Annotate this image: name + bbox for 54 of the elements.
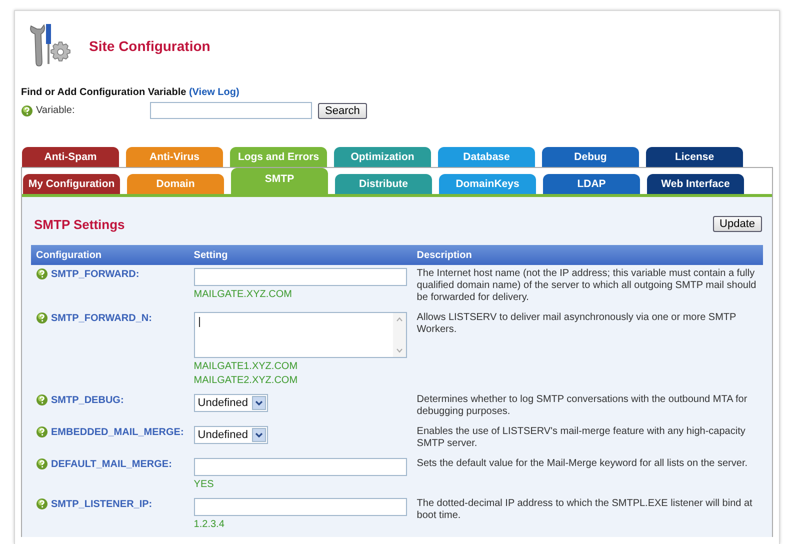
column-header: Configuration bbox=[31, 245, 189, 265]
variable-name: SMTP_DEBUG: bbox=[51, 394, 124, 406]
dropdown[interactable]: Undefined bbox=[194, 426, 268, 444]
help-icon[interactable] bbox=[36, 268, 48, 280]
description: Enables the use of LISTSERV's mail-merge feature with any high-capacity SMTP server. bbox=[416, 426, 746, 450]
help-icon[interactable] bbox=[36, 394, 48, 406]
help-icon[interactable] bbox=[36, 312, 48, 324]
help-icon[interactable] bbox=[36, 426, 48, 438]
tab[interactable]: My Configuration bbox=[23, 174, 120, 194]
caret-icon bbox=[252, 428, 266, 442]
tab[interactable]: LDAP bbox=[543, 174, 640, 194]
default-value: MAILGATE1.XYZ.COM bbox=[194, 361, 299, 372]
description: The dotted-decimal IP address to which the SMTPL.EXE listener will bind at boot time. bbox=[416, 498, 754, 522]
page-title: Site Configuration bbox=[89, 38, 210, 54]
input-field[interactable] bbox=[194, 458, 407, 476]
help-icon[interactable] bbox=[36, 498, 48, 510]
tab[interactable]: Distribute bbox=[335, 174, 432, 194]
help-icon[interactable] bbox=[36, 458, 48, 470]
tab[interactable]: Optimization bbox=[334, 147, 431, 167]
dropdown[interactable]: Undefined bbox=[194, 394, 268, 412]
input-field[interactable] bbox=[194, 498, 407, 516]
variable-name: SMTP_LISTENER_IP: bbox=[51, 498, 152, 510]
section-title: SMTP Settings bbox=[34, 216, 125, 232]
text-area[interactable] bbox=[194, 312, 407, 358]
default-value: 1.2.3.4 bbox=[194, 519, 226, 530]
description: Allows LISTSERV to deliver mail asynchronously via one or more SMTP Workers. bbox=[416, 312, 738, 336]
default-value: MAILGATE.XYZ.COM bbox=[194, 289, 293, 300]
variable-name: SMTP_FORWARD: bbox=[51, 268, 140, 280]
variable-name: EMBEDDED_MAIL_MERGE: bbox=[51, 426, 184, 438]
description: Sets the default value for the Mail-Merge keyword for all lists on the server. bbox=[416, 458, 749, 470]
default-value: YES bbox=[194, 479, 215, 490]
default-value: MAILGATE2.XYZ.COM bbox=[194, 375, 299, 386]
column-header: Description bbox=[412, 245, 763, 265]
tab[interactable]: Debug bbox=[542, 147, 639, 167]
description: The Internet host name (not the IP address; this variable must contain a fully qualified domain name) of the server to which all outgoing SMTP mail should be forwarded for delivery. bbox=[416, 268, 758, 304]
field-label: Variable: bbox=[36, 105, 75, 116]
tab[interactable]: Database bbox=[438, 147, 535, 167]
view-log-link[interactable]: (View Log) bbox=[188, 87, 240, 98]
tab[interactable]: Web Interface bbox=[647, 174, 744, 194]
tab[interactable]: DomainKeys bbox=[439, 174, 536, 194]
column-header: Setting bbox=[188, 245, 412, 265]
description: Determines whether to log SMTP conversations with the outbound MTA for debugging purposes. bbox=[416, 394, 748, 418]
help-icon[interactable] bbox=[21, 104, 33, 116]
tab[interactable]: License bbox=[646, 147, 743, 167]
caret-icon bbox=[252, 396, 266, 410]
update-button[interactable]: Update bbox=[712, 216, 762, 232]
variable-field[interactable] bbox=[150, 102, 312, 119]
input-field[interactable] bbox=[194, 268, 407, 286]
variable-name: DEFAULT_MAIL_MERGE: bbox=[51, 458, 172, 470]
tools-drawing bbox=[30, 24, 70, 66]
tab[interactable]: Anti-Spam bbox=[22, 147, 119, 167]
search-heading: Find or Add Configuration Variable bbox=[21, 87, 186, 98]
variable-name: SMTP_FORWARD_N: bbox=[51, 312, 152, 324]
search-button[interactable]: Search bbox=[318, 102, 367, 118]
